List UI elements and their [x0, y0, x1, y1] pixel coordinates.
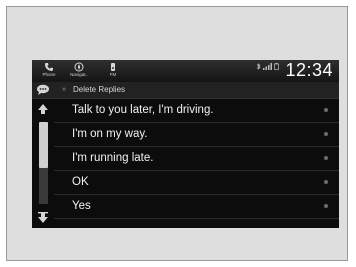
radio-icon	[111, 63, 115, 71]
fm-button-label: FM	[109, 72, 117, 77]
delete-indicator-icon	[324, 204, 328, 208]
figure-frame: Phone Navigat.. FM 12:34 » Delete Replie…	[6, 6, 348, 261]
list-item[interactable]: OK	[54, 171, 339, 195]
status-bar: Phone Navigat.. FM 12:34	[32, 60, 339, 82]
list-item[interactable]: Talk to you later, I'm driving.	[54, 99, 339, 123]
clock: 12:34	[285, 60, 333, 80]
list-item[interactable]: I'm on my way.	[54, 123, 339, 147]
page-title: Delete Replies	[73, 85, 126, 94]
phone-icon	[45, 63, 53, 71]
bluetooth-icon	[256, 63, 261, 70]
reply-list: Talk to you later, I'm driving. I'm on m…	[54, 99, 339, 228]
scroll-track[interactable]	[39, 122, 48, 204]
reply-text: Yes	[72, 200, 91, 212]
delete-indicator-icon	[324, 108, 328, 112]
breadcrumb-separator-icon: »	[62, 86, 66, 93]
header-bar: » Delete Replies	[32, 82, 339, 99]
navigation-button[interactable]: Navigat..	[64, 61, 94, 81]
scrollbar[interactable]	[32, 99, 54, 228]
signal-status	[256, 62, 280, 72]
fm-button[interactable]: FM	[98, 61, 128, 81]
reply-text: Talk to you later, I'm driving.	[72, 104, 214, 116]
delete-indicator-icon	[324, 180, 328, 184]
phone-button-label: Phone	[42, 72, 56, 77]
list-item[interactable]: Yes	[54, 195, 339, 219]
delete-indicator-icon	[324, 132, 328, 136]
navigation-button-label: Navigat..	[70, 72, 88, 77]
reply-text: OK	[72, 176, 89, 188]
reply-text: I'm running late.	[72, 152, 154, 164]
phone-button[interactable]: Phone	[34, 61, 64, 81]
display-screen: Phone Navigat.. FM 12:34 » Delete Replie…	[32, 60, 339, 228]
scroll-up-icon[interactable]	[37, 103, 49, 115]
reply-text: I'm on my way.	[72, 128, 148, 140]
delete-indicator-icon	[324, 156, 328, 160]
compass-icon	[74, 62, 84, 72]
signal-strength-icon	[263, 63, 272, 70]
speech-bubble-icon	[37, 84, 49, 95]
list-item[interactable]: I'm running late.	[54, 147, 339, 171]
scroll-thumb[interactable]	[39, 122, 48, 168]
scroll-down-icon[interactable]	[37, 212, 49, 224]
battery-icon	[274, 63, 279, 70]
